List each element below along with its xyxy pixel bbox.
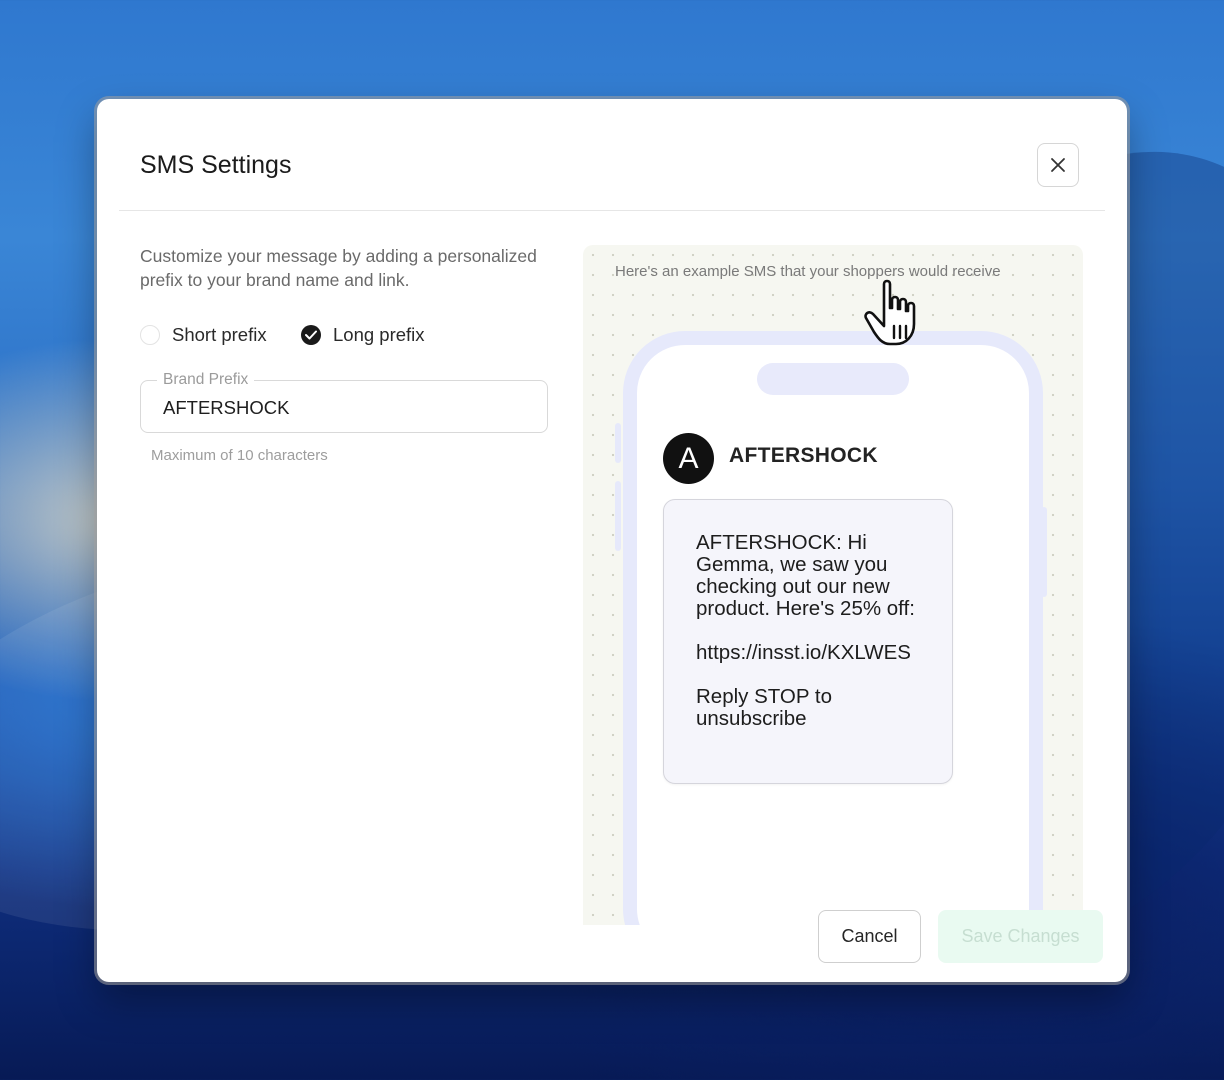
dialog-title: SMS Settings bbox=[140, 151, 292, 179]
sms-message-bubble: AFTERSHOCK: Hi Gemma, we saw you checkin… bbox=[663, 499, 953, 784]
preview-caption: Here's an example SMS that your shoppers… bbox=[615, 263, 1001, 280]
sms-preview-panel: Here's an example SMS that your shoppers… bbox=[583, 245, 1083, 925]
short-prefix-label: Short prefix bbox=[172, 324, 267, 345]
brand-prefix-input[interactable]: AFTERSHOCK bbox=[163, 397, 289, 419]
header-divider bbox=[119, 210, 1105, 211]
sender-name: AFTERSHOCK bbox=[729, 444, 878, 467]
phone-side-button bbox=[615, 423, 621, 463]
cancel-button[interactable]: Cancel bbox=[818, 910, 921, 963]
long-prefix-radio[interactable] bbox=[301, 325, 321, 345]
long-prefix-option[interactable]: Long prefix bbox=[301, 324, 425, 346]
sms-settings-dialog: SMS Settings Customize your message by a… bbox=[97, 99, 1127, 982]
brand-prefix-helper: Maximum of 10 characters bbox=[151, 447, 328, 464]
short-prefix-radio[interactable] bbox=[140, 325, 160, 345]
sender-avatar: A bbox=[663, 433, 714, 484]
settings-description: Customize your message by adding a perso… bbox=[140, 246, 537, 290]
phone-side-button bbox=[615, 481, 621, 551]
hand-pointer-icon bbox=[864, 279, 916, 346]
sms-message-link: https://insst.io/KXLWES bbox=[696, 641, 911, 664]
close-icon bbox=[1051, 158, 1065, 172]
long-prefix-label: Long prefix bbox=[333, 324, 425, 345]
short-prefix-option[interactable]: Short prefix bbox=[140, 324, 267, 346]
dialog-header: SMS Settings bbox=[97, 99, 1127, 211]
sms-message-text: AFTERSHOCK: Hi Gemma, we saw you checkin… bbox=[696, 531, 915, 620]
check-icon bbox=[305, 330, 317, 340]
save-changes-button[interactable]: Save Changes bbox=[938, 910, 1103, 963]
close-button[interactable] bbox=[1037, 143, 1079, 187]
brand-prefix-field[interactable]: Brand Prefix AFTERSHOCK bbox=[140, 371, 548, 433]
phone-notch bbox=[757, 363, 909, 395]
brand-prefix-label: Brand Prefix bbox=[157, 371, 255, 389]
sms-message-optout: Reply STOP to unsubscribe bbox=[696, 685, 832, 730]
